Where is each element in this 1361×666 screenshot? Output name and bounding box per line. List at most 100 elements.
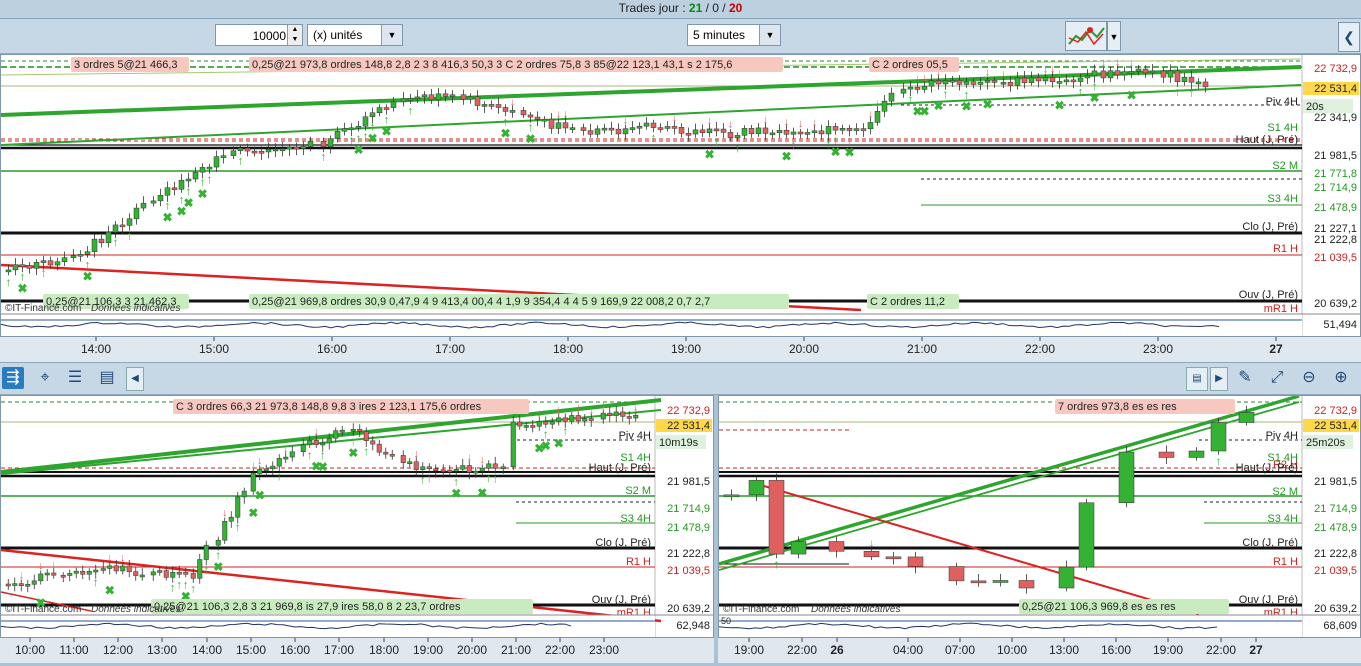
zoom-in-icon[interactable]: ⊕: [1330, 367, 1352, 389]
candle-body: [832, 126, 839, 131]
collapse-panel-icon[interactable]: ❮: [1338, 22, 1360, 52]
stepper-arrows-icon[interactable]: ▲ ▼: [287, 25, 302, 45]
candle-body: [741, 128, 748, 136]
time-label: 27: [1249, 643, 1263, 657]
candle-body: [348, 127, 355, 131]
sell-marker-icon: ↓: [812, 117, 818, 129]
candle-body: [473, 470, 479, 474]
time-label: 23:00: [1143, 342, 1173, 356]
candle-body: [1018, 580, 1035, 589]
candle-body: [257, 468, 263, 474]
candle-body: [488, 104, 495, 107]
level-label: Haut (J, Pré): [1236, 134, 1298, 146]
time-label: 27: [1269, 342, 1283, 356]
candle-body: [355, 125, 362, 129]
sell-marker-icon: ↓: [868, 108, 874, 120]
candle-body: [98, 238, 105, 243]
unit-select[interactable]: (x) unités ▼: [307, 24, 403, 46]
level-label: Haut (J, Pré): [1236, 462, 1298, 474]
exit-marker-icon: ✖: [525, 132, 535, 146]
tools-icon[interactable]: ✎: [1234, 367, 1256, 389]
candle-body: [1174, 70, 1181, 82]
candle-body: [643, 122, 650, 127]
indicator-chart-icon[interactable]: [1065, 21, 1107, 51]
exit-marker-icon: ✖: [1089, 91, 1099, 105]
candle-body: [230, 150, 237, 156]
candle-body: [492, 463, 498, 469]
quantity-stepper[interactable]: 10000 ▲ ▼: [215, 24, 303, 46]
pointer-icon[interactable]: ⌖: [34, 367, 56, 389]
price-label: 21 039,5: [667, 565, 710, 577]
chevron-down-icon[interactable]: ▼: [1107, 21, 1121, 51]
candle-body: [580, 127, 587, 131]
candle-body: [601, 127, 608, 131]
chevron-down-icon[interactable]: ▼: [381, 25, 402, 45]
zoom-out-icon[interactable]: ⊖: [1298, 367, 1320, 389]
watermark-disclaimer: Donnees indicatives: [811, 604, 901, 615]
candle-body: [885, 556, 902, 560]
candle-body: [783, 130, 790, 135]
candle-body: [582, 418, 588, 422]
candle-body: [362, 116, 369, 127]
candle-body: [1181, 76, 1188, 82]
candle-body: [486, 463, 492, 469]
left-price-chart[interactable]: ↓ ↓ ✖ ↓ ↑ ↓ ✖ ↓ ↑ ↑ ↑ ✖ ↑ ↑ ↑ ✖ ↓ ↑ ↓ ✖ ↓ ✖ ↑ ↓ ↑ ↓ ✖ ↑ ✖ ↑ ✖ ↑ ↓ ↑ ↑ ↑ ✖ ↓ ↓ ✖…: [0, 395, 714, 638]
scroll-left-icon[interactable]: ◀: [126, 367, 144, 391]
order-label: 0,25@21 969,8 ordres 30,9 0,47,9 4 9 413…: [252, 296, 710, 308]
candle-body: [921, 85, 928, 90]
candle-body: [928, 80, 935, 87]
candle-body: [220, 155, 227, 158]
sell-marker-icon: ↓: [38, 560, 44, 572]
exit-marker-icon: ✖: [704, 148, 714, 162]
candle-body: [86, 571, 92, 575]
candle-body: [569, 415, 575, 422]
candle-body: [555, 122, 562, 129]
price-label: 22 732,9: [667, 405, 710, 417]
layers-icon[interactable]: ▤: [96, 367, 118, 389]
sell-marker-icon: ↓: [120, 552, 126, 564]
time-label: 12:00: [103, 643, 133, 657]
sell-marker-icon: ↓: [601, 399, 607, 411]
buy-marker-icon: ↑: [486, 471, 492, 485]
scroll-thumb-icon[interactable]: ▤: [1186, 367, 1208, 391]
main-price-chart[interactable]: ↑ ↑ ✖ ↑ ↑ ✖ ↑ ↑ ↑ ✖ ↑ ✖ ↑ ✖ ↑ ✖ ↑ ↑ ↑ ↑ ↑ ✖ ↑ ↑ ✖ ↑ ✖ ↑ ↑ ✖ ↓ ↑ ✖ ↓ ↓ ↓ ↑ ↓ ↓ ✖…: [0, 54, 1361, 337]
zoom-fit-icon[interactable]: ⤢: [1266, 367, 1288, 389]
exit-marker-icon: ✖: [17, 282, 27, 296]
buy-marker-icon: ↑: [1189, 85, 1195, 99]
main-chart-canvas[interactable]: ↑ ↑✖↑↑✖↑ ↑↑✖↑✖↑✖↑✖↑↑ ↑↑ ↑✖↑↑✖↑✖↑↑✖↓↑✖↓ ↓ ↓↑↓ ↓✖…: [1, 55, 1361, 337]
exit-marker-icon: ✖: [451, 486, 461, 500]
left-chart-canvas[interactable]: ↓↓✖↓↑↓✖↓↑ ↑ ↑✖↑↑↑✖↓↑↓✖↓✖↑↓ ↑↓✖↑✖↑✖ ↑ ↓↑ ↑ ↑✖↓ ↓✖…: [1, 396, 714, 638]
candle-body: [376, 443, 382, 453]
candle-body: [517, 421, 523, 427]
candle-body: [47, 260, 54, 266]
candle-body: [548, 118, 555, 129]
sell-marker-icon: ↓: [510, 96, 516, 108]
chart-scrollbar-track[interactable]: [144, 372, 1184, 382]
main-time-axis: 14:00 15:00 16:00 17:00 18:00 19:00 20:00 21:00…: [0, 337, 1361, 362]
candle-body: [84, 251, 91, 255]
right-chart-canvas[interactable]: ↑↓↑Piv 4HS1 4HR2 HHaut (J, Pré)S2 MS3 4H…: [719, 396, 1361, 638]
candle-body: [447, 469, 453, 473]
share-icon[interactable]: ⇶: [2, 367, 24, 389]
candle-body: [192, 171, 199, 180]
order-toolbar: [0, 19, 1361, 54]
candle-body: [587, 130, 594, 135]
price-label: 22 732,9: [1314, 405, 1357, 417]
timeframe-select[interactable]: 5 minutes ▼: [687, 24, 781, 46]
time-label: 23:00: [589, 643, 619, 657]
candle-body: [157, 570, 163, 573]
exit-marker-icon: ✖: [933, 99, 943, 113]
sell-marker-icon: ↓: [563, 109, 569, 121]
scroll-right-icon[interactable]: ▶: [1210, 367, 1228, 391]
right-price-chart[interactable]: ↑ ↓ ↑ Piv 4H S1 4H R2 H Haut (J, Pré) S2 M S3 4H…: [718, 395, 1361, 638]
chevron-down-icon[interactable]: ▼: [759, 25, 780, 45]
candle-body: [510, 421, 516, 468]
candle-body: [107, 565, 113, 569]
bar-timer: 25m20s: [1306, 437, 1346, 449]
list-icon[interactable]: ☰: [64, 367, 86, 389]
right-time-axis: 19:00 22:00 26 04:00 07:00 10:00 13:00 16:00 19:…: [718, 638, 1361, 663]
candle-body: [112, 224, 119, 233]
candle-body: [607, 412, 613, 416]
candle-body: [414, 96, 421, 100]
candle-body: [70, 255, 77, 259]
